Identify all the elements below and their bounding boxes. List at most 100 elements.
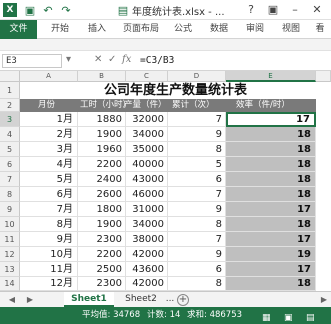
row-header[interactable]: 9 [0, 202, 20, 217]
page-break-view-icon[interactable]: ▤ [306, 310, 315, 324]
tab-formulas[interactable]: 公式 [168, 20, 198, 39]
cell-output[interactable]: 43000 [126, 172, 168, 187]
cell-count[interactable]: 9 [168, 127, 226, 142]
prev-sheet-icon[interactable]: ◀ [6, 294, 18, 306]
row-header[interactable]: 7 [0, 172, 20, 187]
cell-output[interactable]: 34000 [126, 127, 168, 142]
row-header[interactable]: 4 [0, 127, 20, 142]
column-header-e[interactable]: E [226, 71, 316, 82]
cell-month[interactable]: 6月 [20, 187, 78, 202]
tab-review[interactable]: 审阅 [240, 20, 270, 39]
cell-count[interactable]: 9 [168, 247, 226, 262]
cell-month[interactable]: 11月 [20, 262, 78, 277]
minimize-icon[interactable]: – [287, 2, 303, 18]
cell-count[interactable]: 8 [168, 142, 226, 157]
column-header-d[interactable]: D [168, 71, 226, 82]
cell-hours[interactable]: 2600 [78, 187, 126, 202]
cell-output[interactable]: 35000 [126, 142, 168, 157]
cell-count[interactable]: 6 [168, 262, 226, 277]
cell-month[interactable]: 10月 [20, 247, 78, 262]
cell-rate-active[interactable]: 17 [226, 112, 316, 127]
more-sheets-icon[interactable]: ... [164, 292, 176, 307]
row-header[interactable]: 1 [0, 82, 20, 99]
cell-month[interactable]: 12月 [20, 277, 78, 291]
row-header[interactable]: 6 [0, 157, 20, 172]
cell-rate[interactable]: 18 [226, 187, 316, 202]
cell-count[interactable]: 7 [168, 112, 226, 127]
cell-hours[interactable]: 1880 [78, 112, 126, 127]
row-header[interactable]: 3 [0, 112, 20, 127]
save-icon[interactable]: ▣ [23, 3, 37, 17]
cell-rate[interactable]: 18 [226, 217, 316, 232]
redo-icon[interactable]: ↷ [59, 3, 73, 17]
cell-hours[interactable]: 1960 [78, 142, 126, 157]
cell-count[interactable]: 6 [168, 172, 226, 187]
help-icon[interactable]: ? [243, 2, 259, 18]
tab-page-layout[interactable]: 页面布局 [117, 20, 165, 39]
tab-sheet1[interactable]: Sheet1 [64, 292, 114, 307]
cell-hours[interactable]: 1900 [78, 217, 126, 232]
header-month[interactable]: 月份 [38, 99, 78, 112]
header-hours[interactable]: 工时（小时） [80, 99, 128, 112]
cell-rate[interactable]: 18 [226, 142, 316, 157]
cell-hours[interactable]: 2400 [78, 172, 126, 187]
cell-rate[interactable]: 19 [226, 247, 316, 262]
cancel-icon[interactable]: ✕ [94, 54, 102, 65]
tab-insert[interactable]: 插入 [80, 20, 114, 39]
select-all-corner[interactable] [0, 71, 20, 82]
row-header[interactable]: 12 [0, 247, 20, 262]
cell-rate[interactable]: 18 [226, 157, 316, 172]
row-header[interactable]: 2 [0, 99, 20, 112]
cell-output[interactable]: 38000 [126, 232, 168, 247]
column-header-b[interactable]: B [78, 71, 126, 82]
ribbon-display-options-icon[interactable]: ▣ [265, 2, 281, 18]
undo-icon[interactable]: ↶ [41, 3, 55, 17]
insert-function-icon[interactable]: fx [122, 54, 131, 65]
close-icon[interactable]: ✕ [309, 2, 325, 18]
cell-month[interactable]: 5月 [20, 172, 78, 187]
row-header[interactable]: 14 [0, 277, 20, 291]
sheet-title[interactable]: 公司年度生产数量统计表 [20, 82, 331, 99]
cell-rate[interactable]: 17 [226, 232, 316, 247]
row-header[interactable]: 13 [0, 262, 20, 277]
chevron-down-icon[interactable]: ▾ [66, 54, 71, 65]
cell-output[interactable]: 43600 [126, 262, 168, 277]
name-box[interactable]: E3 [2, 54, 62, 68]
cell-month[interactable]: 8月 [20, 217, 78, 232]
cell-count[interactable]: 7 [168, 232, 226, 247]
row-header[interactable]: 10 [0, 217, 20, 232]
tab-more[interactable]: 看 [311, 20, 329, 39]
cell-rate[interactable]: 18 [226, 127, 316, 142]
scroll-right-icon[interactable]: ▶ [318, 294, 330, 306]
add-sheet-button[interactable]: + [177, 294, 189, 306]
tab-view[interactable]: 视图 [276, 20, 306, 39]
cell-count[interactable]: 7 [168, 187, 226, 202]
cell-output[interactable]: 34000 [126, 217, 168, 232]
row-header[interactable]: 8 [0, 187, 20, 202]
header-output[interactable]: 产量（件） [124, 99, 170, 112]
cell-count[interactable]: 9 [168, 202, 226, 217]
cell-hours[interactable]: 2300 [78, 277, 126, 291]
cell-output[interactable]: 46000 [126, 187, 168, 202]
cell-hours[interactable]: 1900 [78, 127, 126, 142]
cell-month[interactable]: 1月 [20, 112, 78, 127]
formula-input[interactable]: =C3/B3 [140, 54, 328, 68]
column-header-c[interactable]: C [126, 71, 168, 82]
enter-icon[interactable]: ✓ [108, 54, 116, 65]
cell-hours[interactable]: 2500 [78, 262, 126, 277]
cell-output[interactable]: 42000 [126, 277, 168, 291]
column-header-a[interactable]: A [20, 71, 78, 82]
cell-hours[interactable]: 2200 [78, 247, 126, 262]
cell-rate[interactable]: 18 [226, 277, 316, 291]
cell-month[interactable]: 7月 [20, 202, 78, 217]
cell-output[interactable]: 40000 [126, 157, 168, 172]
cell-month[interactable]: 4月 [20, 157, 78, 172]
next-sheet-icon[interactable]: ▶ [24, 294, 36, 306]
cell-hours[interactable]: 1800 [78, 202, 126, 217]
page-layout-view-icon[interactable]: ▣ [284, 310, 293, 324]
row-header[interactable]: 11 [0, 232, 20, 247]
cell-count[interactable]: 8 [168, 217, 226, 232]
cell-rate[interactable]: 17 [226, 202, 316, 217]
tab-data[interactable]: 数据 [204, 20, 234, 39]
header-count[interactable]: 累计（次） [172, 99, 226, 112]
